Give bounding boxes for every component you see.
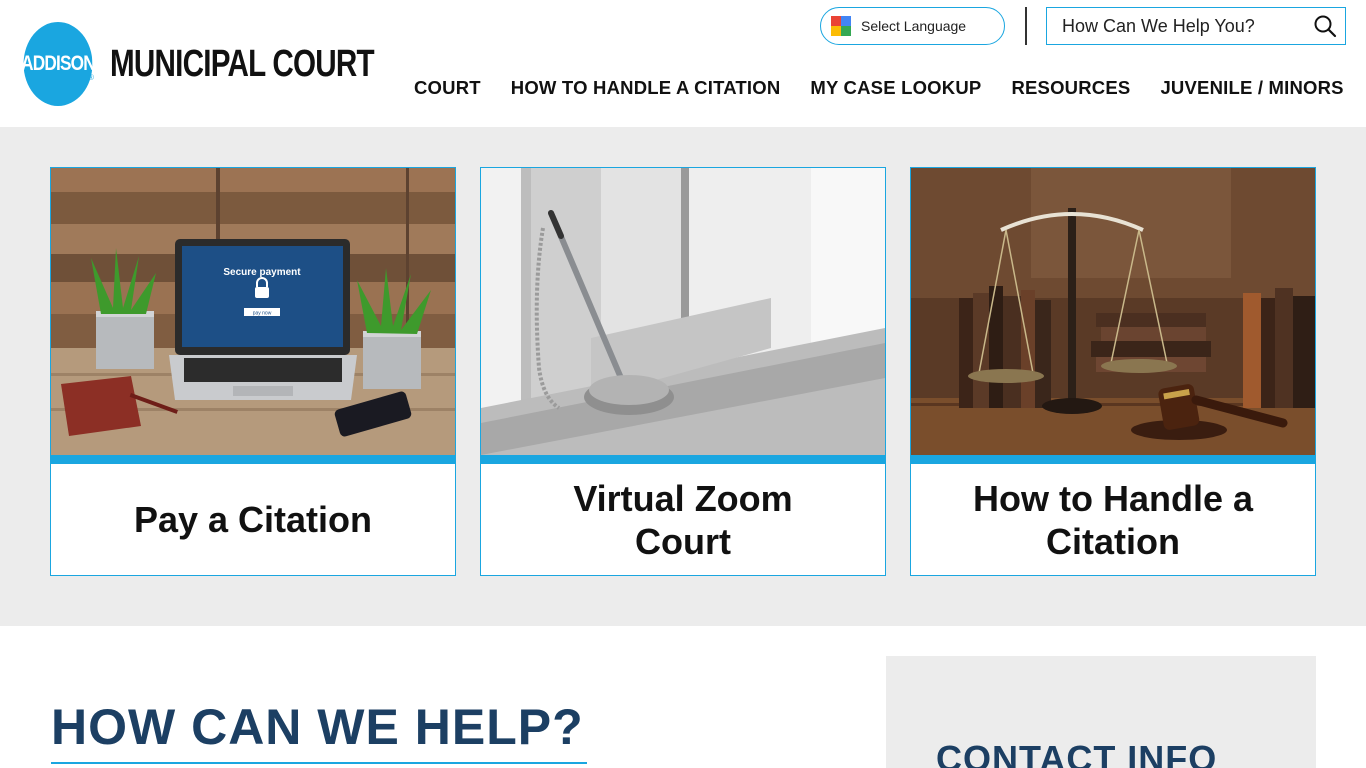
laptop-secure-payment-photo: Secure payment pay now (51, 168, 455, 455)
card-accent-bar (911, 455, 1315, 464)
logo-title: MUNICIPAL COURT (110, 42, 375, 85)
help-heading-underline (51, 762, 587, 764)
nav-juvenile-minors[interactable]: JUVENILE / MINORS (1160, 77, 1343, 99)
card-how-to-handle-a-citation[interactable]: How to Handle a Citation (910, 167, 1316, 576)
site-header: ADDISON MUNICIPAL COURT ® Select Languag… (0, 0, 1366, 127)
help-heading: HOW CAN WE HELP? (51, 699, 584, 755)
card-title: Pay a Citation (133, 499, 373, 540)
contact-info-heading: CONTACT INFO (936, 738, 1218, 768)
registered-mark: ® (88, 73, 94, 82)
laptop-screen-text: Secure payment (223, 267, 301, 278)
card-title: Virtual Zoom Court (573, 477, 793, 562)
language-select-label: Select Language (861, 18, 967, 34)
site-logo[interactable]: ADDISON MUNICIPAL COURT (16, 22, 448, 106)
scales-of-justice-gavel-photo (911, 168, 1315, 455)
addison-logo-badge: ADDISON (21, 22, 96, 106)
card-virtual-zoom-court[interactable]: Virtual Zoom Court (480, 167, 886, 576)
quick-links-band: Secure payment pay now Pay a Citation Vi… (0, 127, 1366, 626)
search-input[interactable] (1047, 8, 1307, 44)
nav-my-case-lookup[interactable]: MY CASE LOOKUP (810, 77, 981, 99)
main-nav: COURT HOW TO HANDLE A CITATION MY CASE L… (414, 77, 1344, 99)
search-box (1046, 7, 1346, 45)
nav-how-to-handle-a-citation[interactable]: HOW TO HANDLE A CITATION (511, 77, 781, 99)
pen-on-desk-photo (481, 168, 885, 455)
language-select[interactable]: Select Language (820, 7, 1005, 45)
header-divider (1025, 7, 1027, 45)
google-translate-icon (831, 16, 851, 36)
nav-court[interactable]: COURT (414, 77, 481, 99)
card-title: How to Handle a Citation (972, 477, 1254, 562)
contact-info-panel: CONTACT INFO (886, 656, 1316, 768)
card-pay-a-citation[interactable]: Secure payment pay now Pay a Citation (50, 167, 456, 576)
search-icon[interactable] (1313, 14, 1337, 38)
nav-resources[interactable]: RESOURCES (1011, 77, 1130, 99)
card-accent-bar (51, 455, 455, 464)
laptop-screen-button-text: pay now (253, 311, 272, 317)
card-accent-bar (481, 455, 885, 464)
